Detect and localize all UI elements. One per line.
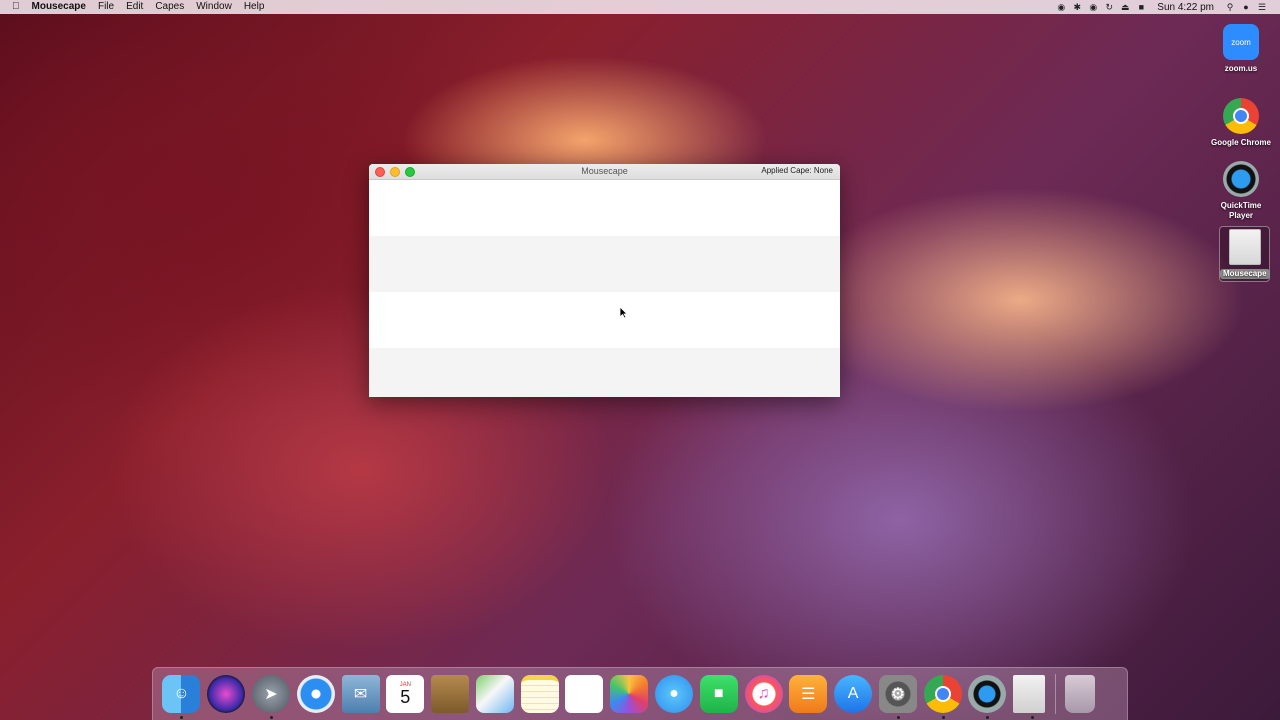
chrome-dock-icon[interactable] (923, 675, 962, 719)
messages-icon[interactable]: ● (654, 675, 693, 713)
contacts-icon[interactable] (431, 675, 470, 713)
mousecape-icon (1228, 229, 1261, 265)
window-titlebar[interactable]: Mousecape Applied Cape: None (369, 164, 840, 180)
desktop-icon-label: QuickTime Player (1220, 201, 1262, 220)
facetime-icon[interactable]: ■ (699, 675, 738, 713)
list-row[interactable] (369, 348, 840, 397)
itunes-icon[interactable]: ♫ (744, 675, 783, 713)
menu-help[interactable]: Help (238, 0, 271, 14)
desktop-icon-zoom[interactable]: zoom zoom.us (1206, 24, 1276, 74)
app-menu[interactable]: Mousecape (26, 0, 92, 14)
siri-icon[interactable]: ● (1238, 2, 1254, 12)
desktop-icon-chrome[interactable]: Google Chrome (1206, 98, 1276, 148)
menu-edit[interactable]: Edit (120, 0, 149, 14)
notes-icon[interactable] (520, 675, 559, 713)
chrome-icon (1223, 98, 1259, 134)
bluetooth-icon[interactable]: ✱ (1069, 2, 1085, 13)
menu-capes[interactable]: Capes (149, 0, 190, 14)
list-row[interactable] (369, 180, 840, 236)
safari-icon[interactable] (296, 675, 335, 713)
desktop-icon-quicktime[interactable]: QuickTime Player (1206, 161, 1276, 221)
flag-icon[interactable]: ■ (1133, 2, 1149, 12)
reminders-icon[interactable] (565, 675, 604, 713)
calendar-day: 5 (400, 687, 411, 707)
dock-separator (1054, 674, 1056, 714)
search-icon[interactable]: ⚲ (1222, 2, 1238, 13)
applied-cape-label: Applied Cape: None (761, 166, 833, 175)
dock: ☺ ➤ ✉ JAN 5 ● ■ ♫ ☰ A ⚙ (152, 667, 1128, 720)
mail-icon[interactable]: ✉ (341, 675, 380, 713)
clock[interactable]: Sun 4:22 pm (1149, 2, 1222, 13)
screen-record-icon[interactable]: ◉ (1053, 2, 1069, 13)
list-row[interactable] (369, 236, 840, 292)
quicktime-icon (1223, 161, 1259, 197)
desktop-icon-label: Google Chrome (1210, 138, 1271, 147)
maps-icon[interactable] (475, 675, 514, 713)
mouse-cursor-icon (619, 306, 628, 319)
app-store-icon[interactable]: A (834, 675, 873, 713)
apple-menu-icon[interactable]:  (0, 0, 26, 14)
launchpad-icon[interactable]: ➤ (251, 675, 290, 719)
system-preferences-icon[interactable]: ⚙ (878, 675, 917, 719)
calendar-icon[interactable]: JAN 5 (386, 675, 425, 713)
desktop-icon-label: zoom.us (1224, 64, 1258, 73)
zoom-icon: zoom (1223, 24, 1259, 60)
trash-icon[interactable] (1065, 675, 1096, 713)
mousecape-dock-icon[interactable] (1013, 675, 1046, 719)
desktop-icon-mousecape[interactable]: Mousecape (1219, 226, 1270, 282)
wifi-icon[interactable]: ◉ (1085, 2, 1101, 13)
sync-icon[interactable]: ↻ (1101, 2, 1117, 13)
menu-bar:  Mousecape File Edit Capes Window Help … (0, 0, 1280, 14)
finder-icon[interactable]: ☺ (162, 675, 201, 719)
siri-icon[interactable] (207, 675, 246, 713)
cape-list[interactable] (369, 180, 840, 397)
notification-icon[interactable]: ☰ (1254, 2, 1270, 13)
books-icon[interactable]: ☰ (789, 675, 828, 713)
mousecape-window: Mousecape Applied Cape: None (369, 164, 840, 397)
list-row[interactable] (369, 292, 840, 348)
menu-file[interactable]: File (92, 0, 120, 14)
desktop-icon-label: Mousecape (1220, 269, 1270, 279)
quicktime-dock-icon[interactable] (968, 675, 1007, 719)
menu-window[interactable]: Window (190, 0, 238, 14)
photos-icon[interactable] (610, 675, 649, 713)
eject-icon[interactable]: ⏏ (1117, 2, 1133, 13)
